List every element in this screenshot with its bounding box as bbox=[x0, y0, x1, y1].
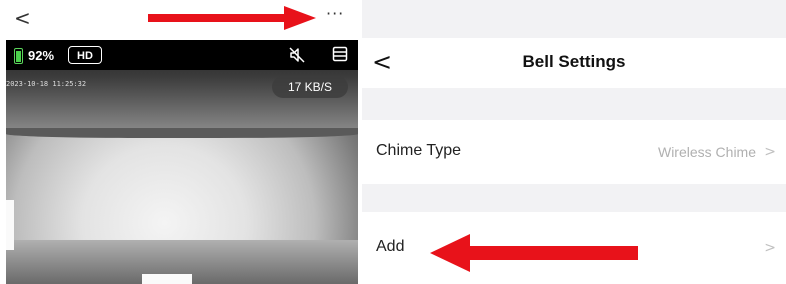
video-rail bbox=[6, 128, 358, 138]
chevron-right-icon: > bbox=[764, 144, 776, 160]
more-options-button[interactable]: ··· bbox=[326, 4, 344, 23]
speaker-mute-icon[interactable] bbox=[288, 46, 306, 64]
bitrate-badge: 17 KB/S bbox=[272, 76, 348, 98]
layout-icon[interactable] bbox=[332, 46, 348, 62]
chime-type-row[interactable]: Chime Type Wireless Chime > bbox=[362, 120, 786, 184]
video-door-edge bbox=[6, 200, 14, 250]
video-timestamp: 2023-10-18 11:25:32 bbox=[6, 80, 87, 88]
chime-type-label: Chime Type bbox=[376, 142, 462, 159]
camera-live-panel: < ··· 92% HD 2023-10-18 11:25:32 17 KB/S bbox=[0, 0, 358, 284]
battery-percent: 92% bbox=[28, 48, 55, 63]
back-button[interactable]: < bbox=[14, 6, 31, 30]
chevron-right-icon: > bbox=[764, 240, 776, 256]
nav-bar: < Bell Settings bbox=[362, 38, 786, 88]
quality-toggle-button[interactable]: HD bbox=[68, 46, 102, 64]
video-status-bar: 92% HD bbox=[6, 40, 358, 70]
live-video-view[interactable]: 92% HD 2023-10-18 11:25:32 17 KB/S bbox=[6, 40, 358, 284]
add-label: Add bbox=[376, 238, 405, 255]
page-title: Bell Settings bbox=[522, 52, 626, 71]
video-floor-plate bbox=[142, 274, 192, 284]
red-arrow-left-icon bbox=[430, 234, 638, 272]
chime-type-value: Wireless Chime bbox=[657, 144, 756, 160]
red-arrow-right-icon bbox=[148, 6, 316, 30]
battery-icon bbox=[14, 48, 23, 64]
